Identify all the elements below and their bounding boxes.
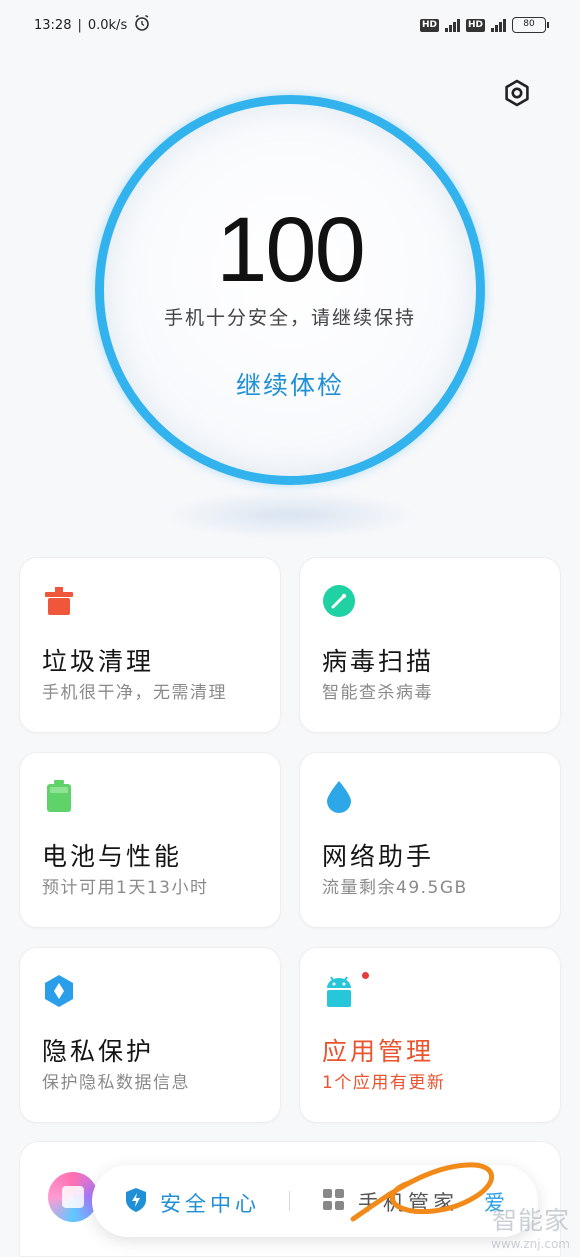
tab-label: 手机管家	[358, 1191, 458, 1215]
rescan-button[interactable]: 继续体检	[0, 366, 580, 402]
grid-icon	[322, 1188, 346, 1217]
card-subtitle: 流量剩余49.5GB	[322, 878, 468, 898]
score-ring-shadow	[160, 490, 420, 540]
card-subtitle: 智能查杀病毒	[322, 683, 433, 703]
alarm-icon	[133, 14, 151, 36]
card-title: 网络助手	[322, 842, 435, 871]
status-left: 13:28 | 0.0k/s	[34, 14, 151, 36]
watermark: 智能家 www.znj.com	[491, 1201, 570, 1251]
settings-button[interactable]	[500, 78, 534, 112]
card-privacy[interactable]: 隐私保护 保护隐私数据信息	[19, 947, 281, 1123]
security-score: 100	[216, 199, 366, 301]
card-subtitle: 1个应用有更新	[322, 1073, 446, 1093]
status-right: HD HD 80	[419, 17, 549, 33]
android-icon	[322, 974, 356, 1008]
hd-badge: HD	[419, 18, 439, 32]
card-title: 隐私保护	[42, 1037, 155, 1066]
tab-label: 安全中心	[160, 1191, 260, 1216]
card-subtitle: 预计可用1天13小时	[42, 878, 209, 898]
battery-indicator: 80	[512, 17, 549, 33]
card-title: 电池与性能	[42, 842, 183, 871]
hd-badge-2: HD	[465, 18, 485, 32]
card-network[interactable]: 网络助手 流量剩余49.5GB	[299, 752, 561, 928]
trash-icon	[42, 584, 76, 618]
shield-icon	[42, 974, 76, 1008]
watermark-brand: 智能家	[491, 1206, 570, 1235]
card-title: 病毒扫描	[322, 647, 435, 676]
update-badge	[362, 972, 369, 979]
status-separator: |	[77, 17, 82, 33]
card-subtitle: 手机很干净，无需清理	[42, 683, 227, 703]
shield-bolt-icon	[124, 1187, 148, 1218]
nav-divider	[289, 1191, 290, 1211]
signal-icon	[444, 18, 460, 32]
card-virus-scan[interactable]: 病毒扫描 智能查杀病毒	[299, 557, 561, 733]
watermark-url: www.znj.com	[491, 1237, 570, 1251]
bottom-nav: 安全中心 手机管家 爱	[92, 1165, 538, 1237]
card-title: 垃圾清理	[42, 647, 155, 676]
water-drop-icon	[322, 779, 356, 813]
tab-phone-manager[interactable]: 手机管家	[322, 1187, 458, 1217]
assistant-avatar[interactable]	[48, 1172, 98, 1222]
card-title: 应用管理	[322, 1037, 435, 1066]
tab-security-center[interactable]: 安全中心	[124, 1187, 260, 1218]
scan-icon	[322, 584, 356, 618]
status-time: 13:28	[34, 17, 72, 33]
card-cleanup[interactable]: 垃圾清理 手机很干净，无需清理	[19, 557, 281, 733]
status-bar: 13:28 | 0.0k/s HD HD 80	[0, 0, 580, 50]
gear-icon	[503, 79, 531, 111]
score-description: 手机十分安全，请继续保持	[163, 307, 416, 329]
status-speed: 0.0k/s	[87, 17, 128, 33]
card-battery[interactable]: 电池与性能 预计可用1天13小时	[19, 752, 281, 928]
card-subtitle: 保护隐私数据信息	[42, 1073, 190, 1093]
battery-icon	[42, 779, 76, 813]
signal-icon-2	[491, 18, 506, 32]
card-app-manager[interactable]: 应用管理 1个应用有更新	[299, 947, 561, 1123]
